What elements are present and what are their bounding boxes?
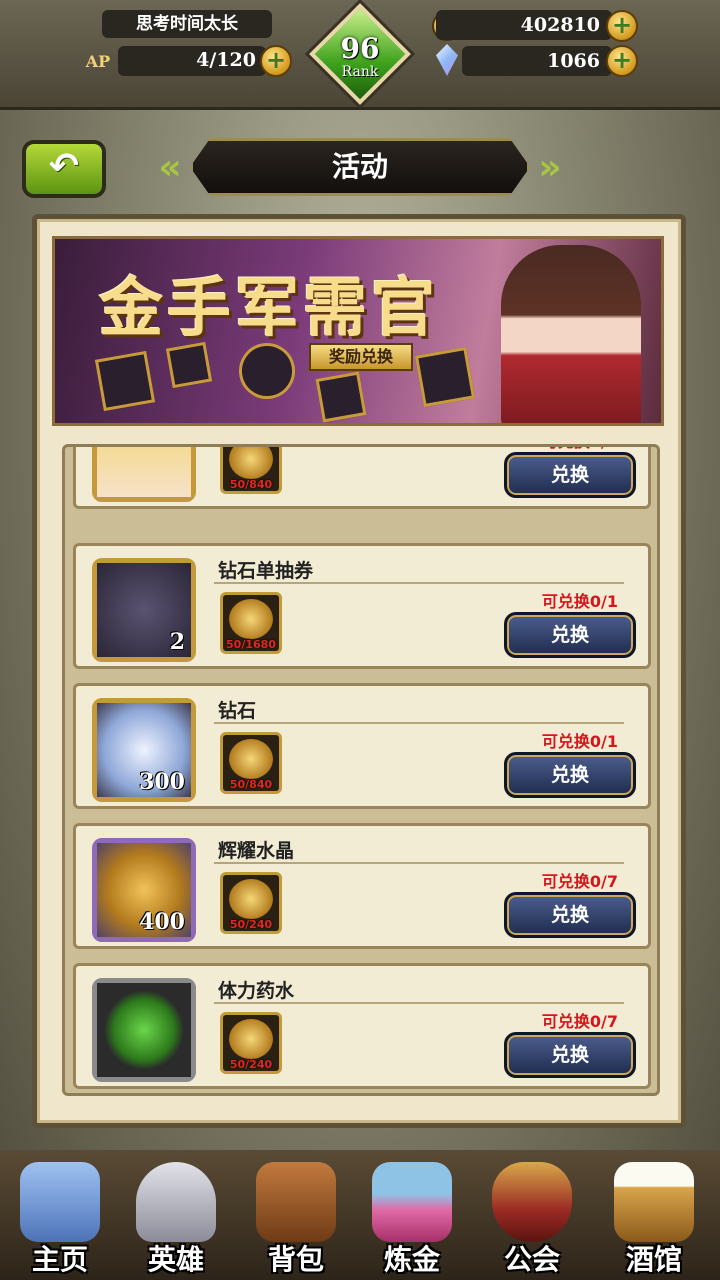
item-icon-frame[interactable] xyxy=(92,978,196,1082)
golden-hand-cost-icon: 50/240 xyxy=(220,1012,282,1074)
nav-home[interactable]: 主页 xyxy=(4,1156,116,1280)
exchange-limit: 可兑换0/1 xyxy=(541,592,618,611)
golden-hand-icon xyxy=(229,447,273,479)
page-title: 活动 xyxy=(190,138,530,196)
cost-text: 50/840 xyxy=(229,778,273,791)
flask-icon xyxy=(372,1162,452,1242)
divider xyxy=(214,582,624,584)
potion-icon xyxy=(97,983,191,1077)
rank-badge: 96 Rank xyxy=(309,3,411,105)
rank-label: Rank xyxy=(341,64,379,80)
diamond-currency-icon xyxy=(436,44,458,76)
list-item: 2 钻石单抽券 50/1680 可兑换0/1 兑换 xyxy=(73,543,651,669)
item-icon-frame[interactable] xyxy=(92,447,196,502)
item-icon-frame[interactable]: 2 xyxy=(92,558,196,662)
golden-hand-icon xyxy=(229,599,273,639)
event-banner[interactable]: 金手军需官 奖励兑换 xyxy=(52,236,664,426)
cost-text: 50/840 xyxy=(229,478,273,491)
add-gold-button[interactable]: + xyxy=(606,10,638,42)
item-name: 辉耀水晶 xyxy=(218,840,295,862)
back-button[interactable]: ↶ xyxy=(22,140,106,198)
nav-tavern[interactable]: 酒馆 xyxy=(598,1156,710,1280)
list-item: 400 辉耀水晶 50/240 可兑换0/7 兑换 xyxy=(73,823,651,949)
nav-label: 炼金 xyxy=(383,1243,440,1276)
shield-icon xyxy=(492,1162,572,1242)
list-item: 50/840 可兑换0/1 兑换 xyxy=(73,447,651,509)
diamond-amount: 1066 xyxy=(462,46,612,76)
nav-backpack[interactable]: 背包 xyxy=(240,1156,352,1280)
golden-hand-cost-icon: 50/1680 xyxy=(220,592,282,654)
nav-label: 酒馆 xyxy=(625,1243,682,1276)
golden-hand-cost-icon: 50/840 xyxy=(220,447,282,494)
item-icon-frame[interactable]: 400 xyxy=(92,838,196,942)
nav-label: 主页 xyxy=(31,1243,88,1276)
golden-hand-icon xyxy=(229,739,273,779)
rank-number: 96 xyxy=(340,32,380,65)
exchange-button[interactable]: 兑换 xyxy=(504,612,636,658)
golden-hand-icon xyxy=(229,879,273,919)
item-quantity: 2 xyxy=(169,629,185,655)
character-portrait-icon xyxy=(97,447,191,497)
list-item: 300 钻石 50/840 可兑换0/1 兑换 xyxy=(73,683,651,809)
exchange-button[interactable]: 兑换 xyxy=(504,892,636,938)
exchange-button[interactable]: 兑换 xyxy=(504,752,636,798)
nav-alchemy[interactable]: 炼金 xyxy=(356,1156,468,1280)
item-quantity: 300 xyxy=(139,769,185,795)
cost-text: 50/240 xyxy=(229,1058,273,1071)
beer-mug-icon xyxy=(614,1162,694,1242)
reward-list[interactable]: 50/840 可兑换0/1 兑换 2 钻石单抽券 50/1680 可兑换0/1 … xyxy=(62,444,660,1096)
event-title: 金手军需官 xyxy=(99,271,439,346)
bag-icon xyxy=(256,1162,336,1242)
divider xyxy=(214,1002,624,1004)
exchange-limit: 可兑换0/7 xyxy=(541,872,618,891)
nav-label: 公会 xyxy=(503,1243,560,1276)
right-arrows-icon: » xyxy=(538,147,562,188)
player-name: 思考时间太长 xyxy=(102,10,272,38)
exchange-limit: 可兑换0/1 xyxy=(542,447,618,452)
gold-amount: 402810 xyxy=(436,10,612,40)
banner-crystal-icon xyxy=(94,350,156,412)
divider xyxy=(214,722,624,724)
helmet-icon xyxy=(136,1162,216,1242)
golden-hand-icon xyxy=(229,1019,273,1059)
event-subtitle: 奖励兑换 xyxy=(309,343,413,371)
banner-gold-crystal-icon xyxy=(315,371,367,423)
item-quantity: 400 xyxy=(139,909,185,935)
ap-icon: AP xyxy=(85,52,111,71)
cost-text: 50/240 xyxy=(229,918,273,931)
banner-potion-icon xyxy=(414,346,476,408)
item-name: 钻石 xyxy=(218,700,257,722)
golden-hand-cost-icon: 50/240 xyxy=(220,872,282,934)
banner-ticket-icon xyxy=(165,341,213,389)
nav-guild[interactable]: 公会 xyxy=(476,1156,588,1280)
item-name: 体力药水 xyxy=(218,980,295,1002)
exchange-limit: 可兑换0/1 xyxy=(541,732,618,751)
item-name: 钻石单抽券 xyxy=(218,560,314,582)
add-diamond-button[interactable]: + xyxy=(606,45,638,77)
top-status-bar: 思考时间太长 AP 4/120 + 96 Rank 402810 + 1066 … xyxy=(0,0,720,110)
nav-label: 英雄 xyxy=(147,1243,204,1276)
divider xyxy=(214,862,624,864)
character-illustration xyxy=(501,245,641,423)
golden-hand-cost-icon: 50/840 xyxy=(220,732,282,794)
castle-icon xyxy=(20,1162,100,1242)
nav-heroes[interactable]: 英雄 xyxy=(120,1156,232,1280)
add-ap-button[interactable]: + xyxy=(260,45,292,77)
exchange-limit: 可兑换0/7 xyxy=(541,1012,618,1031)
ap-value: 4/120 xyxy=(118,46,266,76)
nav-label: 背包 xyxy=(267,1243,324,1276)
item-icon-frame[interactable]: 300 xyxy=(92,698,196,802)
cost-text: 50/1680 xyxy=(226,638,276,651)
exchange-button[interactable]: 兑换 xyxy=(504,452,636,498)
bottom-nav: 主页 英雄 背包 炼金 公会 酒馆 xyxy=(0,1150,720,1280)
exchange-button[interactable]: 兑换 xyxy=(504,1032,636,1078)
list-item: 体力药水 50/240 可兑换0/7 兑换 xyxy=(73,963,651,1089)
